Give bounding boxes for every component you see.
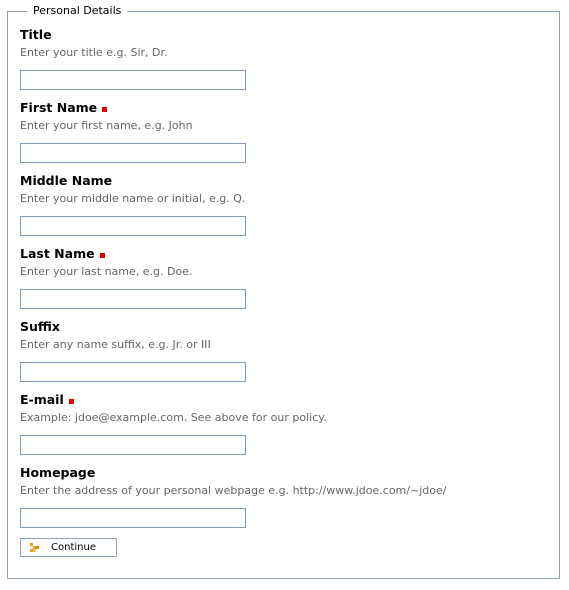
fieldset-legend: Personal Details <box>27 4 128 18</box>
last-name-hint: Enter your last name, e.g. Doe. <box>20 265 193 278</box>
suffix-hint: Enter any name suffix, e.g. Jr. or III <box>20 338 211 351</box>
last-name-input[interactable] <box>20 289 246 309</box>
first-name-label-text: First Name <box>20 100 98 115</box>
title-input[interactable] <box>20 70 246 90</box>
suffix-field: Suffix Enter any name suffix, e.g. Jr. o… <box>20 319 520 382</box>
email-label: E-mail <box>20 392 520 408</box>
homepage-input[interactable] <box>20 508 246 528</box>
homepage-label: Homepage <box>20 465 520 481</box>
middle-name-label-text: Middle Name <box>20 173 113 188</box>
required-marker-icon <box>102 106 108 112</box>
first-name-input[interactable] <box>20 143 246 163</box>
last-name-field: Last Name Enter your last name, e.g. Doe… <box>20 246 520 309</box>
continue-button-label: Continue <box>51 542 96 553</box>
title-field: Title Enter your title e.g. Sir, Dr. <box>20 27 520 90</box>
title-label-text: Title <box>20 27 52 42</box>
email-label-text: E-mail <box>20 392 64 407</box>
suffix-label-text: Suffix <box>20 319 60 334</box>
email-field: E-mail Example: jdoe@example.com. See ab… <box>20 392 520 455</box>
first-name-hint: Enter your first name, e.g. John <box>20 119 193 132</box>
homepage-field: Homepage Enter the address of your perso… <box>20 465 520 528</box>
middle-name-label: Middle Name <box>20 173 520 189</box>
arrow-icon <box>30 542 39 552</box>
title-hint: Enter your title e.g. Sir, Dr. <box>20 46 168 59</box>
homepage-hint: Enter the address of your personal webpa… <box>20 484 447 497</box>
middle-name-hint: Enter your middle name or initial, e.g. … <box>20 192 246 205</box>
email-input[interactable] <box>20 435 246 455</box>
first-name-label: First Name <box>20 100 520 116</box>
suffix-input[interactable] <box>20 362 246 382</box>
middle-name-input[interactable] <box>20 216 246 236</box>
continue-button[interactable]: Continue <box>20 538 117 557</box>
homepage-label-text: Homepage <box>20 465 96 480</box>
email-hint: Example: jdoe@example.com. See above for… <box>20 411 327 424</box>
title-label: Title <box>20 27 520 43</box>
first-name-field: First Name Enter your first name, e.g. J… <box>20 100 520 163</box>
suffix-label: Suffix <box>20 319 520 335</box>
required-marker-icon <box>68 398 74 404</box>
last-name-label-text: Last Name <box>20 246 95 261</box>
middle-name-field: Middle Name Enter your middle name or in… <box>20 173 520 236</box>
required-marker-icon <box>99 252 105 258</box>
last-name-label: Last Name <box>20 246 520 262</box>
